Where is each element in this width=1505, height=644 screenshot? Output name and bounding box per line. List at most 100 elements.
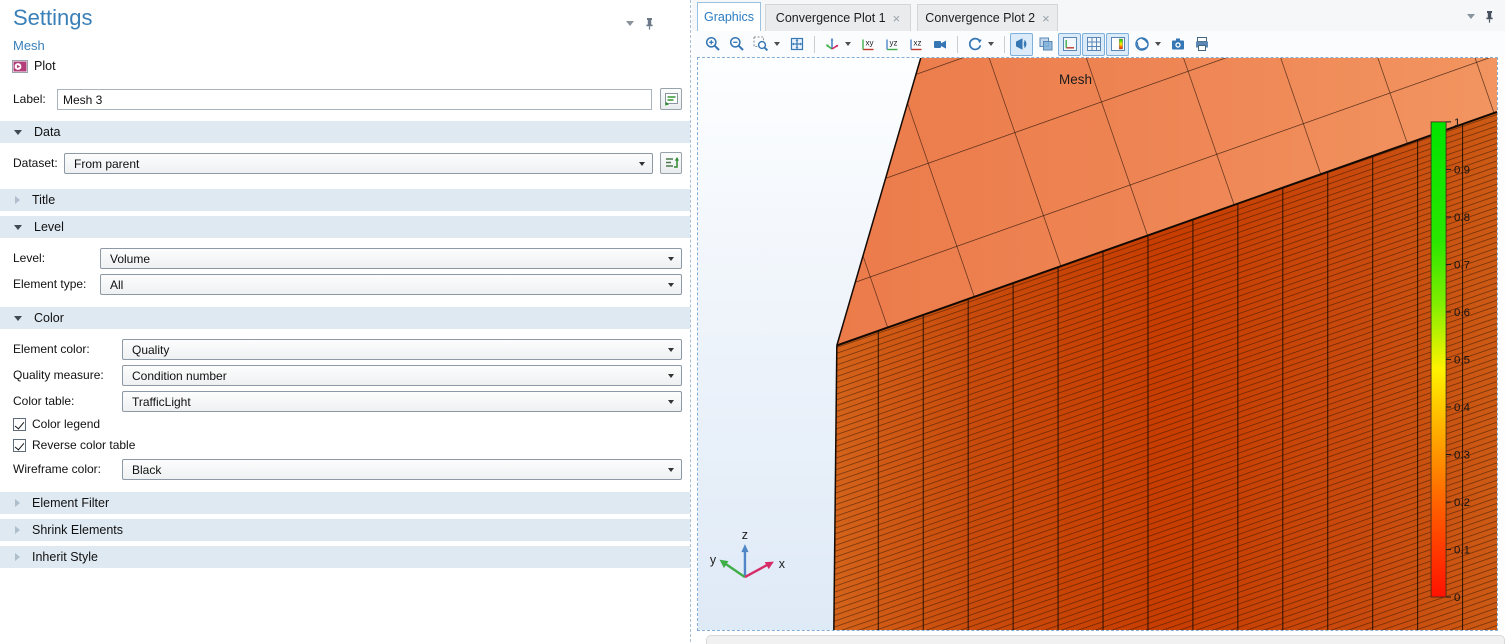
zoom-extents-button[interactable] [785,33,808,56]
environment-button[interactable] [1130,33,1153,56]
collapse-arrow-icon [14,130,22,135]
svg-text:yz: yz [889,39,897,48]
graphics-panel: Graphics Convergence Plot 1 × Convergenc… [692,0,1505,642]
toolbar-separator [814,36,815,53]
snapshot-button[interactable] [1166,33,1189,56]
section-header-inherit-style[interactable]: Inherit Style [0,546,690,568]
svg-text:0.7: 0.7 [1454,259,1470,271]
zoom-box-button[interactable] [749,33,772,56]
zoom-in-icon [705,36,721,52]
view-xz-icon: xz [908,36,924,52]
view-yz-icon: yz [884,36,900,52]
section-header-shrink-elements[interactable]: Shrink Elements [0,519,690,541]
element-type-caption: Element type: [13,274,86,295]
svg-text:0.4: 0.4 [1454,402,1471,414]
collapse-arrow-icon [15,553,20,561]
svg-text:0.6: 0.6 [1454,307,1470,319]
projection-icon [932,36,948,52]
section-header-data[interactable]: Data [0,121,690,143]
environment-icon [1134,36,1150,52]
rename-button[interactable] [660,88,682,110]
pin-icon[interactable] [1484,10,1495,23]
scene-light-button[interactable] [1010,33,1033,56]
projection-button[interactable] [928,33,951,56]
quality-measure-select[interactable]: Condition number [122,365,682,386]
default-view-icon [824,36,840,52]
section-header-color[interactable]: Color [0,307,690,329]
environment-caret-icon[interactable] [1155,42,1161,46]
reverse-color-table-checkbox-label: Reverse color table [32,438,135,453]
tab-convergence-plot-2[interactable]: Convergence Plot 2 × [917,4,1058,31]
print-button[interactable] [1190,33,1213,56]
axes-button[interactable] [1058,33,1081,56]
graphics-tab-bar: Graphics Convergence Plot 1 × Convergenc… [692,0,1505,31]
close-icon[interactable]: × [893,12,901,25]
scene-light-icon [1014,36,1030,52]
quality-measure-caption: Quality measure: [13,365,104,386]
color-legend-bar [1431,122,1446,597]
pin-icon[interactable] [644,17,655,30]
transparency-icon [1038,36,1054,52]
snapshot-icon [1170,36,1186,52]
graphics-canvas[interactable]: Mesh 1 0.9 0.8 [697,57,1498,631]
element-type-select[interactable]: All [100,274,682,295]
svg-text:0.2: 0.2 [1454,497,1470,509]
chevron-down-icon [668,468,674,472]
dataset-caption: Dataset: [13,153,58,174]
svg-text:0.5: 0.5 [1454,354,1470,366]
color-table-select[interactable]: TrafficLight [122,391,682,412]
default-view-caret-icon[interactable] [845,42,851,46]
collapse-arrow-icon [15,526,20,534]
level-select[interactable]: Volume [100,248,682,269]
toolbar-separator [957,36,958,53]
rotate-button[interactable] [963,33,986,56]
view-xz-button[interactable]: xz [904,33,927,56]
settings-node-name: Mesh [13,38,45,53]
color-legend-checkbox-label: Color legend [32,417,100,432]
section-header-title[interactable]: Title [0,189,690,211]
dataset-select[interactable]: From parent [64,153,653,174]
axis-label-y: y [710,553,717,567]
close-icon[interactable]: × [1042,12,1050,25]
rename-icon [664,92,679,106]
mesh-plot: Mesh 1 0.9 0.8 [698,58,1497,630]
chevron-down-icon [668,400,674,404]
color-legend-checkbox[interactable] [13,418,26,431]
grid-button[interactable] [1082,33,1105,56]
svg-text:0.3: 0.3 [1454,450,1470,462]
svg-text:0.9: 0.9 [1454,164,1470,176]
reverse-color-table-checkbox[interactable] [13,439,26,452]
label-input[interactable] [57,89,652,110]
default-view-button[interactable] [820,33,843,56]
label-caption: Label: [13,89,46,110]
go-to-source-button[interactable] [660,152,682,174]
zoom-box-caret-icon[interactable] [774,42,780,46]
collapse-arrow-icon [14,225,22,230]
transparency-button[interactable] [1034,33,1057,56]
settings-panel: Settings Mesh Plot Label: [0,0,690,642]
settings-menu-caret-icon[interactable] [626,21,634,26]
section-header-level[interactable]: Level [0,216,690,238]
view-xy-button[interactable]: xy [856,33,879,56]
chevron-down-icon [668,348,674,352]
plot-button[interactable]: Plot [12,57,56,75]
docked-panel-edge [706,635,1505,644]
section-header-element-filter[interactable]: Element Filter [0,492,690,514]
rotate-caret-icon[interactable] [988,42,994,46]
wireframe-color-select[interactable]: Black [122,459,682,480]
checkmark-icon [15,440,25,450]
go-to-source-icon [664,156,679,170]
checkmark-icon [15,419,25,429]
zoom-in-button[interactable] [701,33,724,56]
zoom-out-button[interactable] [725,33,748,56]
color-legend-button[interactable] [1106,33,1129,56]
zoom-extents-icon [789,36,805,52]
chevron-down-icon [639,162,645,166]
tabbar-menu-caret-icon[interactable] [1467,14,1475,19]
collapse-arrow-icon [15,196,20,204]
element-color-select[interactable]: Quality [122,339,682,360]
plot-icon [12,60,28,73]
tab-graphics[interactable]: Graphics [697,2,761,31]
tab-convergence-plot-1[interactable]: Convergence Plot 1 × [765,4,911,31]
view-yz-button[interactable]: yz [880,33,903,56]
